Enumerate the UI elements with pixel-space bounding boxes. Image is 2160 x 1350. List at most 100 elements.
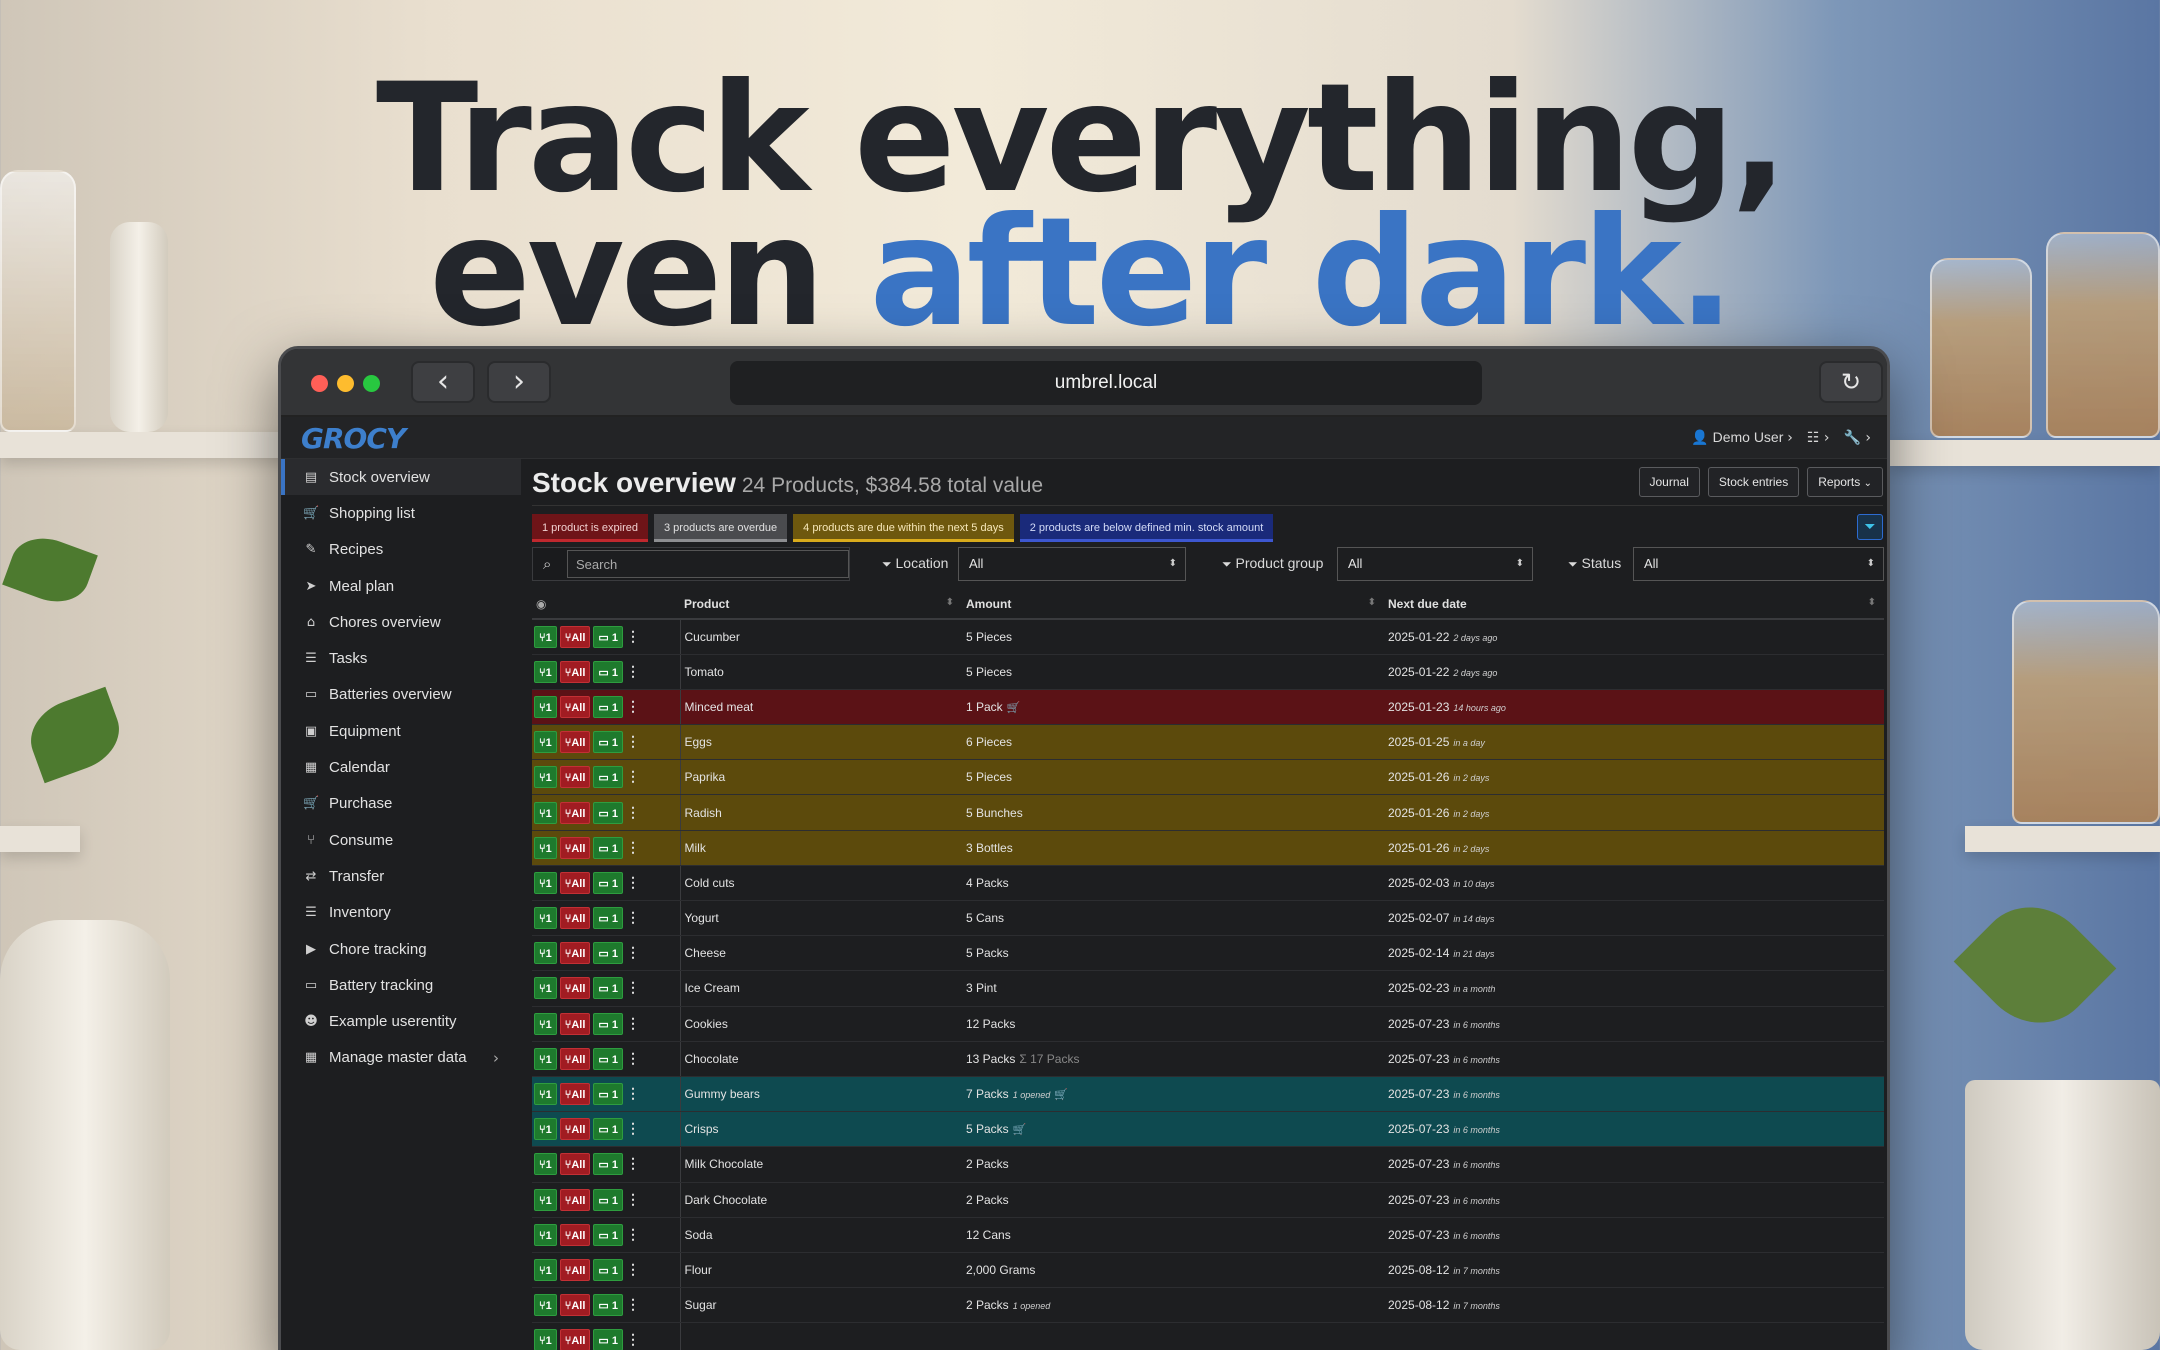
consume-one-button[interactable]: ⑂1 — [534, 1329, 557, 1350]
grocy-logo[interactable]: GROCY — [301, 422, 406, 455]
consume-one-button[interactable]: ⑂1 — [534, 1083, 557, 1106]
consume-all-button[interactable]: ⑂All — [559, 871, 591, 894]
consume-one-button[interactable]: ⑂1 — [534, 766, 557, 789]
open-one-button[interactable]: ▭ 1 — [593, 1294, 623, 1317]
close-window-dot[interactable] — [311, 375, 328, 392]
open-one-button[interactable]: ▭ 1 — [593, 1188, 623, 1211]
expired-alert[interactable]: 1 product is expired — [532, 514, 648, 542]
consume-one-button[interactable]: ⑂1 — [534, 836, 557, 859]
more-options-icon[interactable]: ⋮ — [626, 874, 640, 891]
sidebar-item-chore-tracking[interactable]: ▶ Chore tracking — [281, 931, 521, 967]
consume-all-button[interactable]: ⑂All — [559, 1188, 591, 1211]
more-options-icon[interactable]: ⋮ — [626, 1191, 640, 1208]
more-options-icon[interactable]: ⋮ — [626, 1261, 640, 1278]
consume-one-button[interactable]: ⑂1 — [534, 942, 557, 965]
more-options-icon[interactable]: ⋮ — [626, 663, 640, 680]
consume-all-button[interactable]: ⑂All — [559, 766, 591, 789]
more-options-icon[interactable]: ⋮ — [626, 909, 640, 926]
location-select[interactable]: All ⬍ — [958, 547, 1186, 581]
next-due-column-header[interactable]: Next due date ⬍ — [1384, 589, 1884, 620]
product-cell[interactable] — [680, 1322, 962, 1350]
consume-all-button[interactable]: ⑂All — [559, 942, 591, 965]
back-button[interactable]: ‹ — [411, 361, 475, 403]
consume-all-button[interactable]: ⑂All — [559, 731, 591, 754]
more-options-icon[interactable]: ⋮ — [626, 628, 640, 645]
journal-button[interactable]: Journal — [1638, 467, 1700, 497]
consume-all-button[interactable]: ⑂All — [559, 695, 591, 718]
sidebar-item-stock-overview[interactable]: ▤ Stock overview — [281, 459, 521, 496]
consume-one-button[interactable]: ⑂1 — [534, 1223, 557, 1246]
consume-all-button[interactable]: ⑂All — [559, 907, 591, 930]
sidebar-item-manage-master-data[interactable]: ▦ Manage master data › — [281, 1040, 521, 1076]
product-cell[interactable]: Tomato — [680, 654, 962, 690]
sidebar-item-transfer[interactable]: ⇄ Transfer — [281, 858, 521, 894]
tools-menu[interactable]: 🔧 › — [1844, 430, 1872, 446]
user-menu[interactable]: 👤 Demo User › — [1691, 429, 1793, 446]
product-group-select[interactable]: All ⬍ — [1337, 547, 1533, 581]
open-one-button[interactable]: ▭ 1 — [593, 1258, 623, 1281]
stock-entries-button[interactable]: Stock entries — [1707, 467, 1800, 497]
open-one-button[interactable]: ▭ 1 — [593, 731, 623, 754]
open-one-button[interactable]: ▭ 1 — [593, 836, 623, 859]
open-one-button[interactable]: ▭ 1 — [593, 977, 623, 1000]
product-cell[interactable]: Soda — [680, 1217, 962, 1253]
consume-all-button[interactable]: ⑂All — [559, 1012, 591, 1035]
consume-one-button[interactable]: ⑂1 — [534, 1153, 557, 1176]
sidebar-item-calendar[interactable]: ▦ Calendar — [281, 749, 521, 785]
settings-menu[interactable]: ☷ › — [1807, 430, 1830, 446]
sidebar-item-chores-overview[interactable]: ⌂ Chores overview — [281, 604, 521, 640]
product-cell[interactable]: Cheese — [680, 935, 962, 972]
sidebar-item-shopping-list[interactable]: 🛒 Shopping list — [281, 495, 521, 531]
consume-one-button[interactable]: ⑂1 — [534, 907, 557, 930]
more-options-icon[interactable]: ⋮ — [626, 1050, 640, 1067]
consume-all-button[interactable]: ⑂All — [559, 1294, 591, 1317]
open-one-button[interactable]: ▭ 1 — [593, 695, 623, 718]
due-soon-alert[interactable]: 4 products are due within the next 5 day… — [793, 514, 1014, 542]
search-input[interactable] — [567, 550, 849, 578]
open-one-button[interactable]: ▭ 1 — [593, 942, 623, 965]
sidebar-item-tasks[interactable]: ☰ Tasks — [281, 640, 521, 676]
more-options-icon[interactable]: ⋮ — [626, 839, 640, 856]
consume-all-button[interactable]: ⑂All — [559, 660, 591, 683]
open-one-button[interactable]: ▭ 1 — [593, 907, 623, 930]
open-one-button[interactable]: ▭ 1 — [593, 1153, 623, 1176]
product-cell[interactable]: Crisps — [680, 1111, 962, 1148]
product-cell[interactable]: Cookies — [680, 1006, 962, 1042]
filter-toggle-button[interactable]: ⏷ — [1857, 514, 1883, 540]
consume-one-button[interactable]: ⑂1 — [534, 1012, 557, 1035]
product-cell[interactable]: Flour — [680, 1252, 962, 1289]
open-one-button[interactable]: ▭ 1 — [593, 1083, 623, 1106]
forward-button[interactable]: › — [487, 361, 551, 403]
consume-all-button[interactable]: ⑂All — [559, 1329, 591, 1350]
amount-column-header[interactable]: Amount ⬍ — [962, 589, 1384, 620]
open-one-button[interactable]: ▭ 1 — [593, 766, 623, 789]
reload-button[interactable]: ↻ — [1819, 361, 1883, 403]
overdue-alert[interactable]: 3 products are overdue — [654, 514, 788, 542]
consume-one-button[interactable]: ⑂1 — [534, 625, 557, 648]
more-options-icon[interactable]: ⋮ — [626, 1226, 640, 1243]
open-one-button[interactable]: ▭ 1 — [593, 1329, 623, 1350]
below-min-alert[interactable]: 2 products are below defined min. stock … — [1019, 514, 1274, 542]
product-cell[interactable]: Eggs — [680, 724, 962, 761]
open-one-button[interactable]: ▭ 1 — [593, 871, 623, 894]
status-select[interactable]: All ⬍ — [1633, 547, 1884, 581]
consume-all-button[interactable]: ⑂All — [559, 977, 591, 1000]
product-cell[interactable]: Gummy bears — [680, 1076, 962, 1113]
open-one-button[interactable]: ▭ 1 — [593, 625, 623, 648]
consume-one-button[interactable]: ⑂1 — [534, 695, 557, 718]
consume-one-button[interactable]: ⑂1 — [534, 871, 557, 894]
product-cell[interactable]: Ice Cream — [680, 970, 962, 1007]
reports-button[interactable]: Reports ⌄ — [1807, 467, 1883, 497]
more-options-icon[interactable]: ⋮ — [626, 1015, 640, 1032]
more-options-icon[interactable]: ⋮ — [626, 1155, 640, 1172]
more-options-icon[interactable]: ⋮ — [626, 944, 640, 961]
product-cell[interactable]: Yogurt — [680, 900, 962, 937]
minimize-window-dot[interactable] — [337, 375, 354, 392]
product-cell[interactable]: Sugar — [680, 1287, 962, 1324]
consume-one-button[interactable]: ⑂1 — [534, 1188, 557, 1211]
open-one-button[interactable]: ▭ 1 — [593, 1118, 623, 1141]
product-cell[interactable]: Milk — [680, 830, 962, 866]
column-visibility-header[interactable]: ◉ — [532, 589, 680, 620]
consume-one-button[interactable]: ⑂1 — [534, 731, 557, 754]
product-cell[interactable]: Radish — [680, 794, 962, 831]
